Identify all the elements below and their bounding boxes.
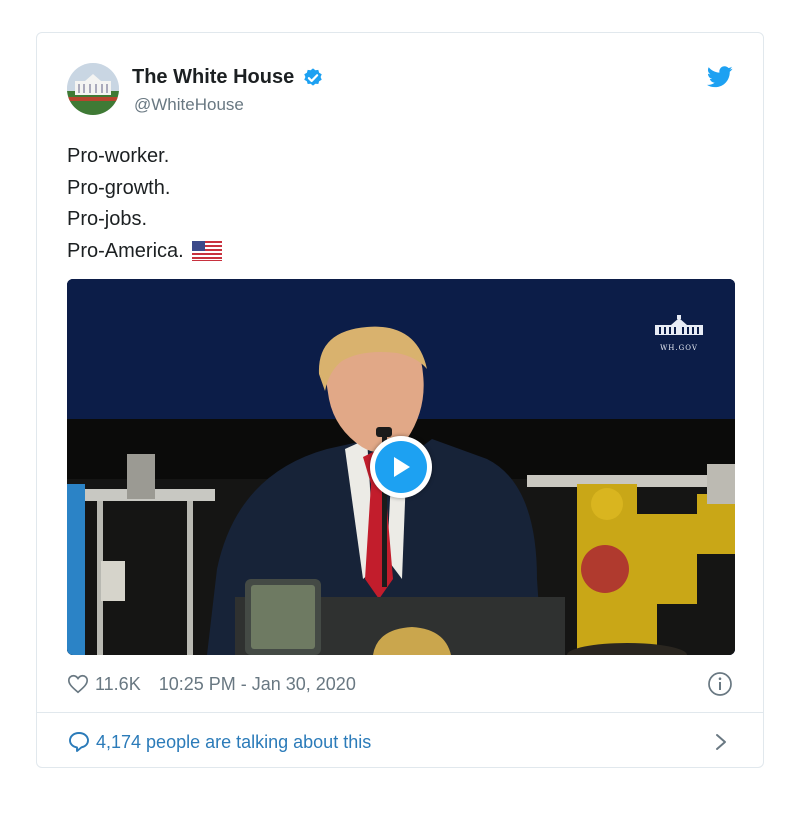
play-icon[interactable] — [375, 441, 427, 493]
tweet-card[interactable]: The White House @WhiteHouse Pro-worker. … — [36, 32, 764, 768]
tweet-line: Pro-growth. — [67, 176, 171, 199]
tweet-line-with-flag: Pro-America. — [67, 236, 222, 268]
tweet-line: Pro-worker. — [67, 145, 170, 167]
conversation-text[interactable]: 4,174 people are talking about this — [96, 732, 371, 753]
heart-icon[interactable] — [67, 673, 89, 695]
us-flag-icon — [191, 241, 222, 262]
tweet-line: Pro-America. — [67, 239, 184, 262]
video-player[interactable]: WH.GOV — [67, 279, 735, 655]
avatar[interactable] — [67, 63, 119, 115]
timestamp[interactable]: 10:25 PM - Jan 30, 2020 — [159, 674, 356, 695]
divider — [37, 712, 763, 713]
chevron-right-icon[interactable] — [713, 731, 729, 753]
play-button[interactable] — [370, 436, 432, 498]
tweet-text: Pro-worker. Pro-growth. Pro-jobs. Pro-Am… — [67, 141, 222, 267]
wh-gov-watermark: WH.GOV — [653, 315, 705, 352]
reply-bubble-icon — [69, 732, 89, 752]
verified-badge-icon — [304, 67, 322, 86]
account-name-text[interactable]: The White House — [132, 66, 294, 89]
account-handle[interactable]: @WhiteHouse — [134, 95, 244, 115]
like-count[interactable]: 11.6K — [95, 674, 141, 695]
info-icon[interactable] — [707, 671, 733, 697]
conversation-link[interactable]: 4,174 people are talking about this — [67, 729, 371, 755]
tweet-meta: 11.6K 10:25 PM - Jan 30, 2020 — [67, 672, 356, 696]
twitter-bird-icon[interactable] — [707, 65, 733, 89]
tweet-line: Pro-jobs. — [67, 208, 148, 230]
watermark-text: WH.GOV — [660, 344, 698, 352]
account-name[interactable]: The White House — [132, 66, 324, 89]
